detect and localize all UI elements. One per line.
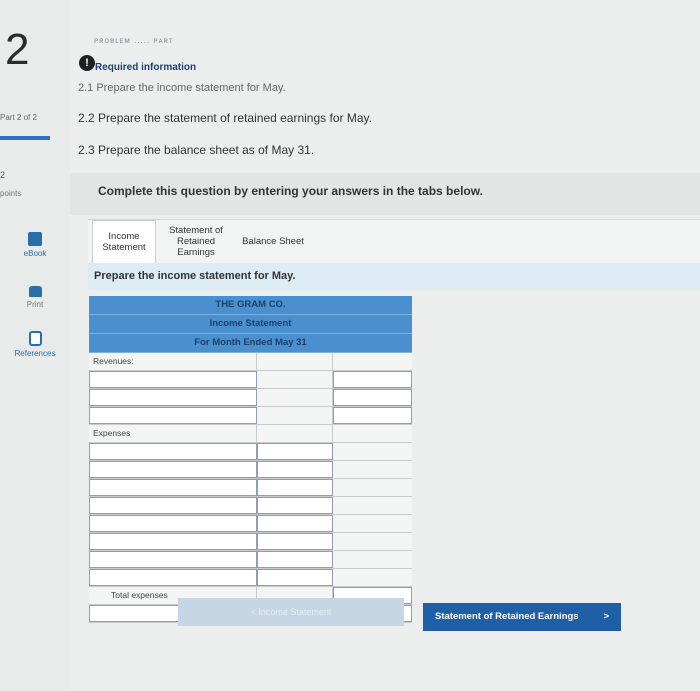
revenues-label: Revenues: <box>89 353 257 370</box>
print-label: Print <box>26 300 44 309</box>
table-row <box>89 443 412 461</box>
expense-amount-input[interactable] <box>257 569 333 586</box>
info-icon: ! <box>79 55 95 71</box>
revenue-account-input[interactable] <box>89 407 257 424</box>
book-icon <box>28 232 42 246</box>
expense-amount-input[interactable] <box>257 515 333 532</box>
references-label: References <box>14 349 56 358</box>
prev-tab-button[interactable]: < Income Statement <box>178 598 404 626</box>
expense-amount-input[interactable] <box>257 551 333 568</box>
table-row <box>89 551 412 569</box>
statement-period: For Month Ended May 31 <box>89 334 412 353</box>
revenue-account-input[interactable] <box>89 389 257 406</box>
question-number: 2 <box>5 25 30 74</box>
table-row <box>89 371 412 389</box>
tab-balance-sheet[interactable]: Balance Sheet <box>234 220 312 262</box>
part-progress-bar <box>0 136 50 140</box>
part-label: Part 2 of 2 <box>0 113 37 122</box>
chevron-right-icon: > <box>603 611 609 622</box>
expense-account-input[interactable] <box>89 497 257 514</box>
points-value: 2 <box>0 170 6 180</box>
expense-account-input[interactable] <box>89 461 257 478</box>
panel-subheading: Prepare the income statement for May. <box>94 270 296 282</box>
next-tab-button[interactable]: Statement of Retained Earnings > <box>423 603 621 631</box>
expense-account-input[interactable] <box>89 443 257 460</box>
question-item-2: 2.2 Prepare the statement of retained ea… <box>78 111 372 125</box>
statement-title: Income Statement <box>89 315 412 334</box>
expense-account-input[interactable] <box>89 569 257 586</box>
question-item-1: 2.1 Prepare the income statement for May… <box>78 82 286 94</box>
printer-icon <box>28 286 42 297</box>
table-row <box>89 479 412 497</box>
question-item-3: 2.3 Prepare the balance sheet as of May … <box>78 143 315 157</box>
ebook-button[interactable]: eBook <box>5 232 65 258</box>
tab-income-statement[interactable]: Income Statement <box>92 220 156 263</box>
expense-account-input[interactable] <box>89 479 257 496</box>
ebook-label: eBook <box>23 249 47 258</box>
revenues-header-row: Revenues: <box>89 353 412 371</box>
expense-account-input[interactable] <box>89 515 257 532</box>
table-row <box>89 461 412 479</box>
table-row <box>89 407 412 425</box>
tab-statement-of-retained-earnings[interactable]: Statement of Retained Earnings <box>158 220 234 262</box>
revenue-account-input[interactable] <box>89 371 257 388</box>
expense-amount-input[interactable] <box>257 533 333 550</box>
instruction-text: Complete this question by entering your … <box>98 184 483 198</box>
expense-amount-input[interactable] <box>257 443 333 460</box>
expense-account-input[interactable] <box>89 551 257 568</box>
expense-amount-input[interactable] <box>257 461 333 478</box>
table-row <box>89 533 412 551</box>
print-button[interactable]: Print <box>5 286 65 309</box>
table-row <box>89 515 412 533</box>
expenses-label: Expenses <box>89 425 257 442</box>
references-icon <box>28 331 42 346</box>
revenue-amount-input[interactable] <box>333 371 412 388</box>
expense-amount-input[interactable] <box>257 479 333 496</box>
income-statement-table: THE GRAM CO. Income Statement For Month … <box>89 296 412 623</box>
table-row <box>89 569 412 587</box>
expenses-header-row: Expenses <box>89 425 412 443</box>
references-button[interactable]: References <box>5 331 65 358</box>
points-label: points <box>0 189 22 198</box>
problem-header: ᴘʀᴏʙʟᴇᴍ ..... ᴘᴀʀᴛ <box>94 36 174 45</box>
table-row <box>89 497 412 515</box>
revenue-amount-input[interactable] <box>333 389 412 406</box>
required-information-link[interactable]: Required information <box>95 62 196 73</box>
table-row <box>89 389 412 407</box>
company-name: THE GRAM CO. <box>89 296 412 315</box>
revenue-amount-input[interactable] <box>333 407 412 424</box>
next-tab-label: Statement of Retained Earnings <box>435 611 579 622</box>
expense-amount-input[interactable] <box>257 497 333 514</box>
expense-account-input[interactable] <box>89 533 257 550</box>
